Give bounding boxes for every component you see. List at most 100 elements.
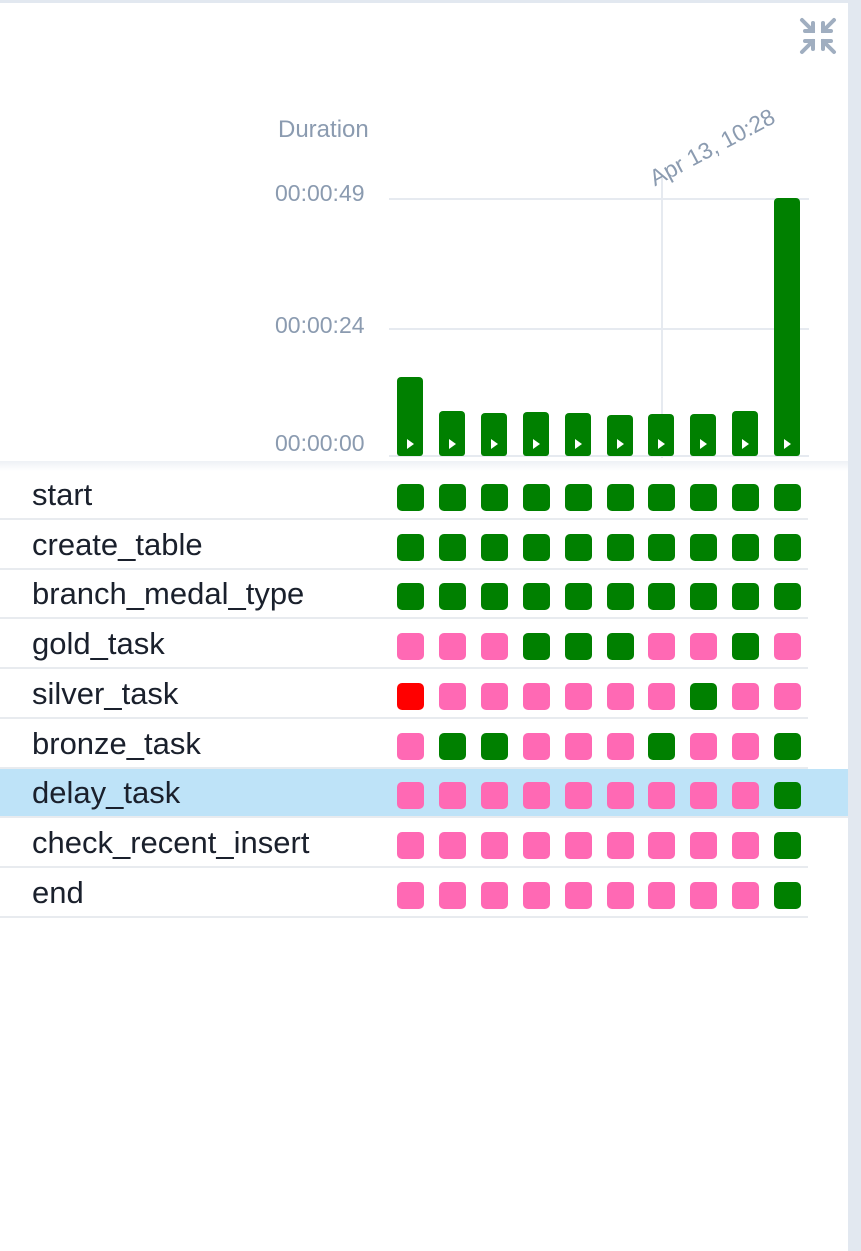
duration-bar[interactable] <box>607 415 633 456</box>
duration-bar[interactable] <box>397 377 423 456</box>
task-instance-cell[interactable] <box>439 633 466 660</box>
task-row-branch-medal-type[interactable]: branch_medal_type <box>0 570 808 619</box>
task-instance-cell[interactable] <box>732 484 759 511</box>
task-instance-cell[interactable] <box>565 633 592 660</box>
task-instance-cell[interactable] <box>481 534 508 561</box>
task-instance-cell[interactable] <box>565 733 592 760</box>
task-instance-cell[interactable] <box>774 832 801 859</box>
task-instance-cell[interactable] <box>565 832 592 859</box>
task-instance-cell[interactable] <box>732 782 759 809</box>
task-instance-cell[interactable] <box>774 882 801 909</box>
task-instance-cell[interactable] <box>439 534 466 561</box>
task-instance-cell[interactable] <box>439 583 466 610</box>
task-instance-cell[interactable] <box>523 583 550 610</box>
task-instance-cell[interactable] <box>690 882 717 909</box>
task-instance-cell[interactable] <box>397 882 424 909</box>
task-row-silver-task[interactable]: silver_task <box>0 670 808 719</box>
task-instance-cell[interactable] <box>774 683 801 710</box>
scrollbar-track[interactable] <box>848 0 861 1251</box>
task-instance-cell[interactable] <box>690 633 717 660</box>
duration-bar[interactable] <box>690 414 716 456</box>
task-instance-cell[interactable] <box>397 633 424 660</box>
task-instance-cell[interactable] <box>607 583 634 610</box>
task-instance-cell[interactable] <box>774 583 801 610</box>
task-instance-cell[interactable] <box>732 534 759 561</box>
task-instance-cell[interactable] <box>648 782 675 809</box>
task-instance-cell[interactable] <box>565 782 592 809</box>
task-instance-cell[interactable] <box>439 782 466 809</box>
task-instance-cell[interactable] <box>648 733 675 760</box>
task-instance-cell[interactable] <box>690 733 717 760</box>
task-instance-cell[interactable] <box>439 882 466 909</box>
task-instance-cell[interactable] <box>397 534 424 561</box>
task-instance-cell[interactable] <box>397 733 424 760</box>
collapse-button[interactable] <box>796 14 840 58</box>
task-instance-cell[interactable] <box>607 534 634 561</box>
duration-bar[interactable] <box>648 414 674 456</box>
task-instance-cell[interactable] <box>774 733 801 760</box>
task-instance-cell[interactable] <box>523 484 550 511</box>
task-instance-cell[interactable] <box>397 583 424 610</box>
task-instance-cell[interactable] <box>481 782 508 809</box>
task-instance-cell[interactable] <box>439 484 466 511</box>
task-instance-cell[interactable] <box>523 782 550 809</box>
task-instance-cell[interactable] <box>481 683 508 710</box>
duration-bar[interactable] <box>732 411 758 456</box>
task-instance-cell[interactable] <box>481 633 508 660</box>
task-instance-cell[interactable] <box>732 832 759 859</box>
task-row-delay-task[interactable]: delay_task <box>0 769 848 818</box>
task-instance-cell[interactable] <box>648 484 675 511</box>
task-instance-cell[interactable] <box>648 583 675 610</box>
task-instance-cell[interactable] <box>607 484 634 511</box>
task-instance-cell[interactable] <box>523 882 550 909</box>
duration-bar[interactable] <box>774 198 800 456</box>
task-instance-cell[interactable] <box>774 782 801 809</box>
task-instance-cell[interactable] <box>732 733 759 760</box>
task-instance-cell[interactable] <box>397 484 424 511</box>
duration-bar[interactable] <box>481 413 507 456</box>
task-instance-cell[interactable] <box>565 882 592 909</box>
task-instance-cell[interactable] <box>481 832 508 859</box>
task-instance-cell[interactable] <box>439 832 466 859</box>
task-instance-cell[interactable] <box>397 832 424 859</box>
task-instance-cell[interactable] <box>607 733 634 760</box>
task-instance-cell[interactable] <box>607 683 634 710</box>
task-instance-cell[interactable] <box>774 484 801 511</box>
task-instance-cell[interactable] <box>607 782 634 809</box>
task-instance-cell[interactable] <box>732 583 759 610</box>
task-instance-cell[interactable] <box>565 484 592 511</box>
task-instance-cell[interactable] <box>732 683 759 710</box>
task-instance-cell[interactable] <box>481 733 508 760</box>
task-instance-cell[interactable] <box>523 832 550 859</box>
task-instance-cell[interactable] <box>607 882 634 909</box>
task-instance-cell[interactable] <box>690 484 717 511</box>
task-instance-cell[interactable] <box>523 633 550 660</box>
task-instance-cell[interactable] <box>565 683 592 710</box>
task-instance-cell[interactable] <box>774 534 801 561</box>
task-row-end[interactable]: end <box>0 869 808 918</box>
task-instance-cell[interactable] <box>607 832 634 859</box>
task-instance-cell[interactable] <box>774 633 801 660</box>
task-row-create-table[interactable]: create_table <box>0 521 808 570</box>
task-instance-cell[interactable] <box>690 583 717 610</box>
task-instance-cell[interactable] <box>523 683 550 710</box>
task-instance-cell[interactable] <box>690 534 717 561</box>
task-instance-cell[interactable] <box>481 484 508 511</box>
task-row-start[interactable]: start <box>0 471 808 520</box>
task-row-bronze-task[interactable]: bronze_task <box>0 720 808 769</box>
task-instance-cell[interactable] <box>481 583 508 610</box>
task-instance-cell[interactable] <box>565 583 592 610</box>
task-instance-cell[interactable] <box>648 683 675 710</box>
task-instance-cell[interactable] <box>690 832 717 859</box>
task-row-gold-task[interactable]: gold_task <box>0 620 808 669</box>
task-instance-cell[interactable] <box>648 832 675 859</box>
task-instance-cell[interactable] <box>397 782 424 809</box>
duration-bar[interactable] <box>523 412 549 456</box>
task-instance-cell[interactable] <box>732 882 759 909</box>
task-instance-cell[interactable] <box>648 633 675 660</box>
task-instance-cell[interactable] <box>607 633 634 660</box>
task-instance-cell[interactable] <box>523 534 550 561</box>
duration-bar[interactable] <box>565 413 591 456</box>
task-instance-cell[interactable] <box>439 733 466 760</box>
task-instance-cell[interactable] <box>565 534 592 561</box>
